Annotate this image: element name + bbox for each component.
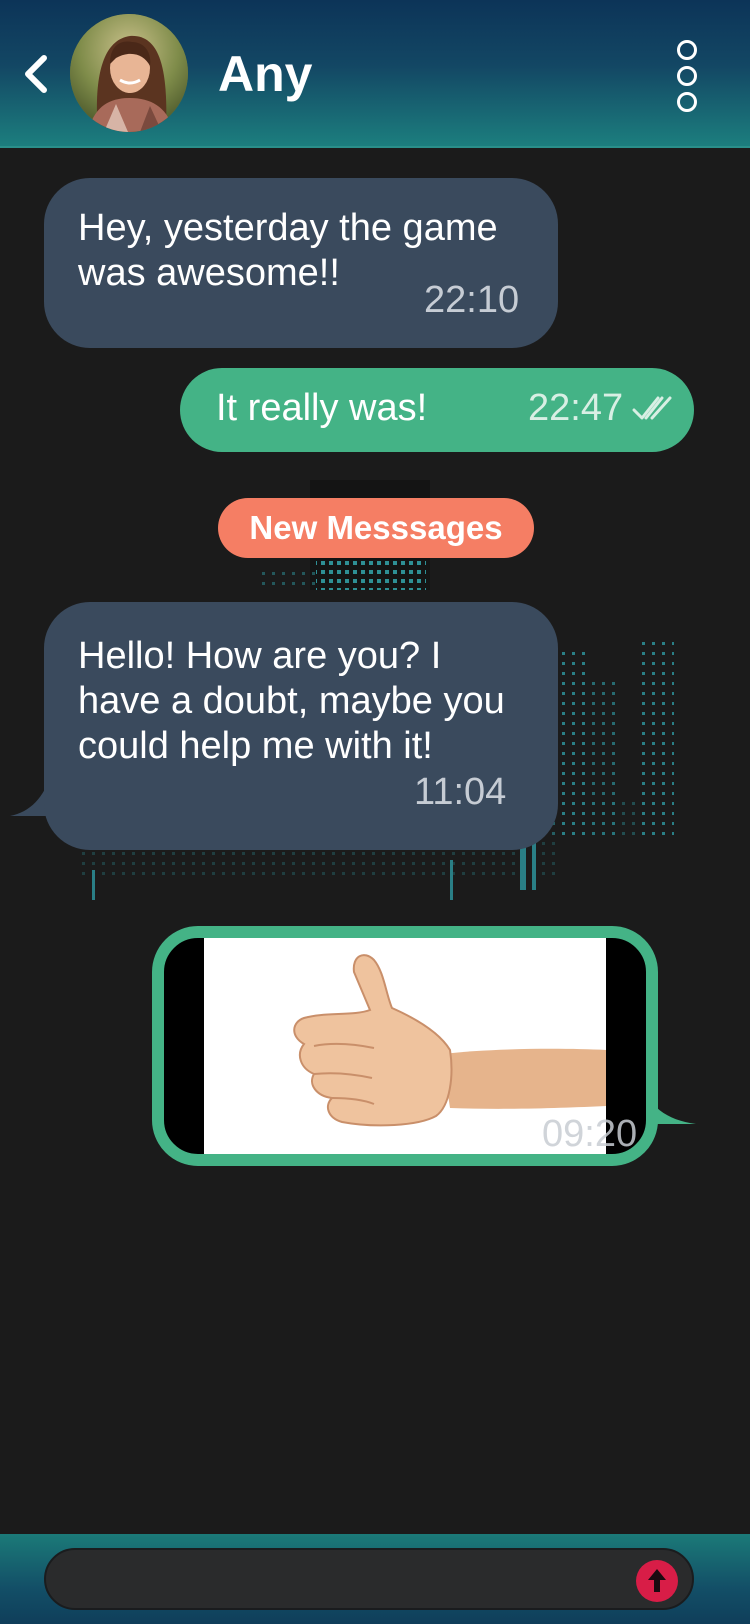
composer-bar xyxy=(0,1534,750,1624)
contact-name: Any xyxy=(218,46,313,102)
arrow-up-icon xyxy=(648,1569,666,1592)
chevron-left-icon xyxy=(25,55,47,93)
message-time: 22:10 xyxy=(424,279,520,321)
message-input[interactable] xyxy=(44,1548,694,1610)
chat-header: Any xyxy=(0,0,750,148)
message-time: 22:47 xyxy=(528,387,624,429)
message-text: It really was! xyxy=(216,387,428,429)
new-messages-divider: New Messsages xyxy=(218,498,534,558)
incoming-message-bubble[interactable]: Hello! How are you? I have a doubt, mayb… xyxy=(44,602,558,850)
outgoing-message-bubble[interactable]: It really was! 22:47 xyxy=(180,368,694,452)
double-check-icon xyxy=(632,396,672,420)
send-button[interactable] xyxy=(636,1560,678,1602)
back-button[interactable] xyxy=(18,50,58,98)
message-text: Hello! How are you? I have a doubt, mayb… xyxy=(78,635,505,767)
message-time: 09:20 xyxy=(542,1113,638,1155)
outgoing-image-message[interactable]: 09:20 xyxy=(152,926,658,1166)
avatar[interactable] xyxy=(70,14,188,132)
incoming-message-bubble[interactable]: Hey, yesterday the game was awesome!! 22… xyxy=(44,178,558,348)
message-time: 11:04 xyxy=(414,771,507,813)
avatar-photo xyxy=(70,14,188,132)
more-options-button[interactable] xyxy=(666,36,706,116)
